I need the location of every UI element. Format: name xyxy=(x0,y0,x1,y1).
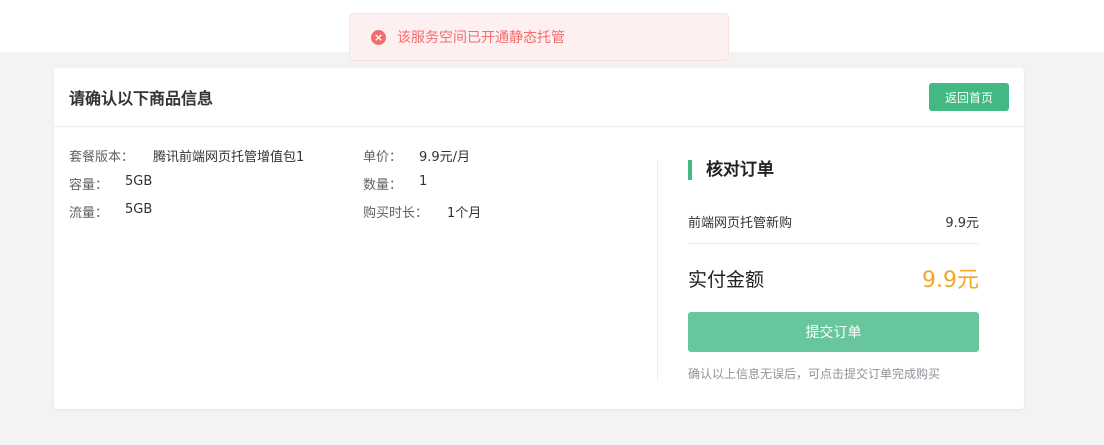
submit-order-button[interactable]: 提交订单 xyxy=(688,312,979,352)
total-amount: 9.9元 xyxy=(922,268,979,293)
card-header: 请确认以下商品信息 返回首页 xyxy=(54,68,1024,127)
info-package-version: 套餐版本： 腾讯前端网页托管增值包1 xyxy=(69,146,304,165)
total-label: 实付金额 xyxy=(688,268,765,291)
vertical-divider xyxy=(657,160,658,382)
total-row: 实付金额 9.9元 xyxy=(688,262,979,294)
info-label: 容量： xyxy=(69,178,109,193)
info-label: 流量： xyxy=(69,206,109,221)
order-item-name: 前端网页托管新购 xyxy=(688,216,793,231)
info-value: 5GB xyxy=(125,174,153,189)
order-item-row: 前端网页托管新购 9.9元 xyxy=(688,212,979,231)
order-confirm-card: 请确认以下商品信息 返回首页 套餐版本： 腾讯前端网页托管增值包1 容量： 5G… xyxy=(54,68,1024,409)
info-duration: 购买时长： 1个月 xyxy=(363,202,481,221)
summary-divider xyxy=(688,243,979,244)
info-unit-price: 单价： 9.9元/月 xyxy=(363,146,470,165)
summary-title: 核对订单 xyxy=(688,160,774,180)
order-item-price: 9.9元 xyxy=(945,216,979,231)
info-value: 9.9元/月 xyxy=(419,150,471,165)
info-label: 套餐版本： xyxy=(69,150,135,165)
info-value: 腾讯前端网页托管增值包1 xyxy=(153,150,305,165)
info-capacity: 容量： 5GB xyxy=(69,174,152,193)
page-title: 请确认以下商品信息 xyxy=(69,89,214,108)
info-value: 1个月 xyxy=(447,206,482,221)
submit-hint: 确认以上信息无误后，可点击提交订单完成购买 xyxy=(688,367,941,381)
info-label: 单价： xyxy=(363,150,403,165)
info-label: 数量： xyxy=(363,178,403,193)
info-label: 购买时长： xyxy=(363,206,429,221)
info-quantity: 数量： 1 xyxy=(363,174,427,193)
info-traffic: 流量： 5GB xyxy=(69,202,152,221)
info-value: 1 xyxy=(419,174,428,189)
back-home-button[interactable]: 返回首页 xyxy=(929,83,1009,111)
toast-message: 该服务空间已开通静态托管 xyxy=(397,30,565,46)
error-circle-icon: × xyxy=(371,29,386,45)
error-toast: × 该服务空间已开通静态托管 xyxy=(349,13,729,61)
info-value: 5GB xyxy=(125,202,153,217)
